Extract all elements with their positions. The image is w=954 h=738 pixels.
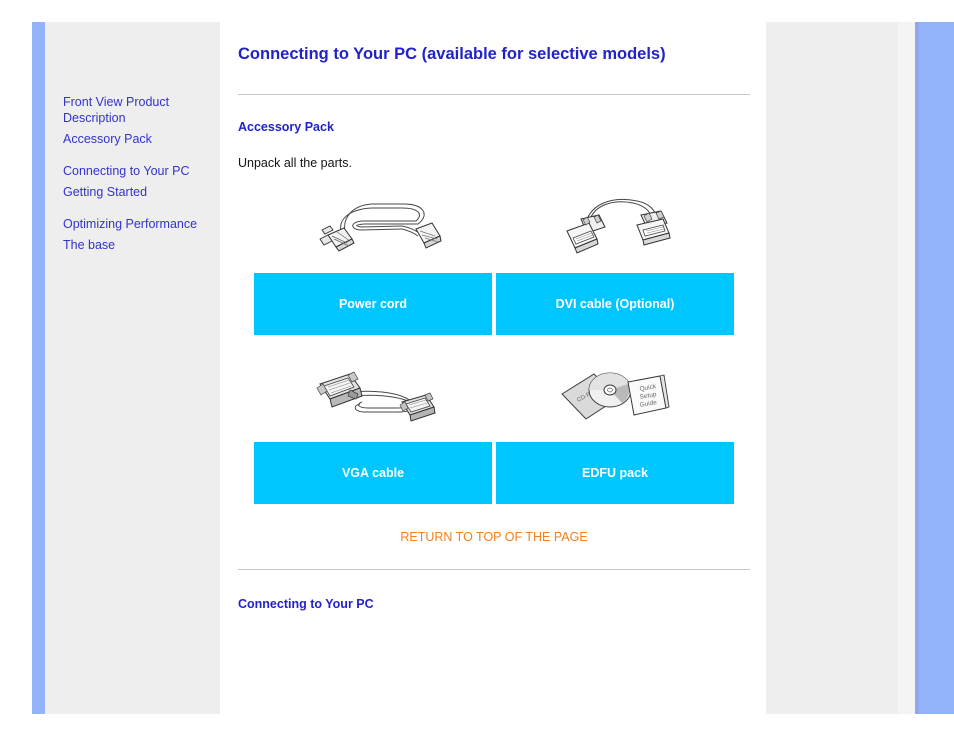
dvi-connector-right — [636, 210, 671, 246]
caption-row-1: Power cord DVI cable (Optional) — [238, 273, 750, 335]
dvi-connector-left — [566, 214, 606, 254]
right-panel-fade — [898, 22, 915, 714]
sidebar-group-3: Optimizing Performance The base — [63, 217, 213, 254]
connecting-to-your-pc-heading: Connecting to Your PC — [238, 597, 374, 611]
edfu-pack-illustration: CD-ROM Quick Setup Guide — [561, 372, 670, 420]
power-plug-right — [415, 222, 442, 249]
sidebar-link-accessory-pack[interactable]: Accessory Pack — [63, 132, 213, 148]
accessory-pack-heading: Accessory Pack — [238, 120, 334, 134]
caption-dvi-cable: DVI cable (Optional) — [496, 273, 734, 335]
figure-row-2: CD-ROM Quick Setup Guide — [238, 361, 750, 433]
power-cord-figure — [254, 192, 494, 264]
cd-disc — [588, 372, 632, 408]
vga-connector-left — [316, 371, 363, 408]
figure-row-1 — [238, 192, 750, 264]
caption-vga-cable: VGA cable — [254, 442, 492, 504]
sidebar-link-getting-started[interactable]: Getting Started — [63, 185, 213, 201]
sidebar-link-the-base[interactable]: The base — [63, 238, 213, 254]
caption-row-2: VGA cable EDFU pack — [238, 442, 750, 504]
main-content: Connecting to Your PC (available for sel… — [238, 40, 750, 621]
power-cord-illustration — [319, 203, 442, 252]
document-page: Front View Product Description Accessory… — [0, 0, 954, 738]
sidebar-navigation: Front View Product Description Accessory… — [63, 95, 213, 270]
section-divider — [238, 569, 750, 570]
sidebar-link-connecting-to-your-pc[interactable]: Connecting to Your PC — [63, 164, 213, 180]
caption-edfu-pack: EDFU pack — [496, 442, 734, 504]
dvi-cable-figure — [494, 192, 734, 264]
quick-setup-guide-booklet: Quick Setup Guide — [627, 374, 670, 416]
power-plug-left — [319, 225, 355, 252]
left-decorative-rail — [32, 22, 45, 714]
sidebar-group-2: Connecting to Your PC Getting Started — [63, 164, 213, 201]
vga-cable-figure — [254, 361, 494, 433]
sidebar-group-1: Front View Product Description Accessory… — [63, 95, 213, 148]
sidebar-link-optimizing-performance[interactable]: Optimizing Performance — [63, 217, 213, 233]
page-title: Connecting to Your PC (available for sel… — [238, 45, 666, 63]
caption-power-cord: Power cord — [254, 273, 492, 335]
intro-text: Unpack all the parts. — [238, 156, 352, 170]
right-decorative-rail — [919, 22, 954, 714]
dvi-cable-illustration — [566, 199, 671, 254]
return-to-top-link[interactable]: RETURN TO TOP OF THE PAGE — [238, 530, 750, 544]
sidebar-link-front-view-product-description[interactable]: Front View Product Description — [63, 95, 213, 126]
vga-cable-illustration — [316, 371, 436, 422]
edfu-pack-figure: CD-ROM Quick Setup Guide — [494, 361, 734, 433]
title-divider — [238, 94, 750, 95]
right-decorative-panel — [766, 22, 912, 714]
